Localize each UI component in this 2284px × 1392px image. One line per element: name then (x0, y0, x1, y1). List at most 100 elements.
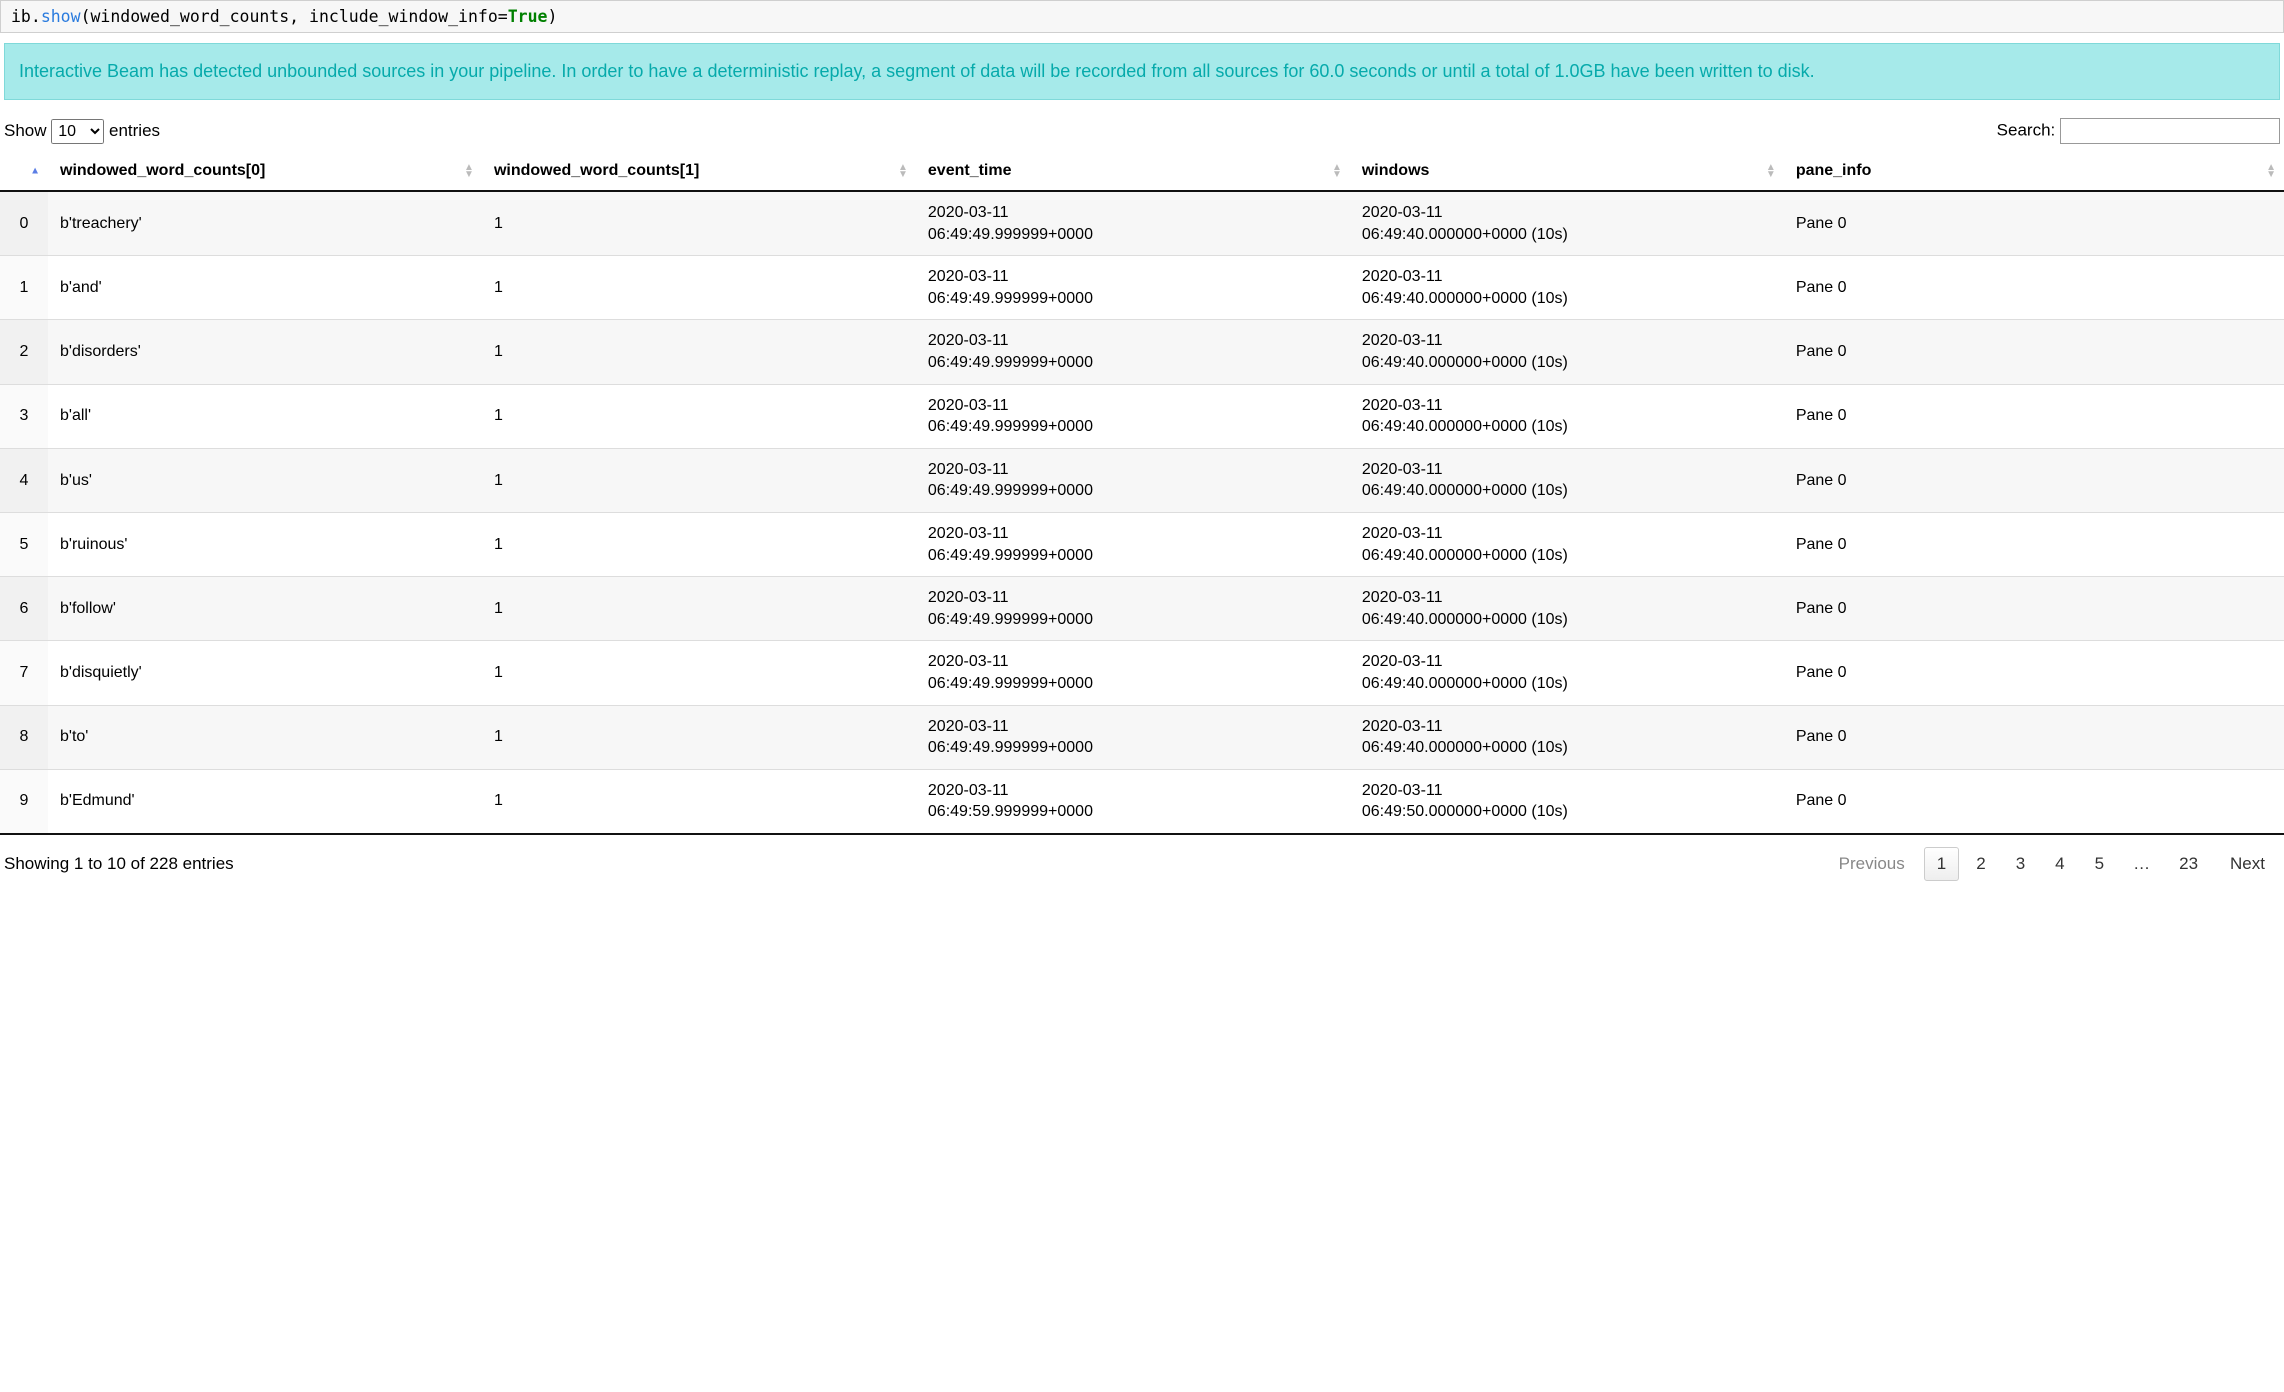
page-button[interactable]: 1 (1924, 847, 1959, 881)
code-close: ) (547, 7, 557, 26)
search-input[interactable] (2060, 118, 2280, 144)
cell-c2: 2020-03-11 06:49:49.999999+0000 (916, 641, 1350, 705)
page-button[interactable]: 3 (2003, 847, 2038, 881)
cell-c3: 2020-03-11 06:49:40.000000+0000 (10s) (1350, 384, 1784, 448)
pagination-ellipsis: … (2121, 848, 2162, 880)
col-header-c1[interactable]: windowed_word_counts[1] ▲▼ (482, 152, 916, 191)
cell-c4: Pane 0 (1784, 384, 2284, 448)
code-prefix: ib. (11, 7, 41, 26)
info-alert: Interactive Beam has detected unbounded … (4, 43, 2280, 100)
length-entries-label: entries (109, 121, 160, 140)
cell-c2: 2020-03-11 06:49:49.999999+0000 (916, 320, 1350, 384)
cell-c2: 2020-03-11 06:49:49.999999+0000 (916, 512, 1350, 576)
col-header-index[interactable]: ▲ (0, 152, 48, 191)
page-button[interactable]: 5 (2082, 847, 2117, 881)
cell-c4: Pane 0 (1784, 769, 2284, 834)
cell-c4: Pane 0 (1784, 320, 2284, 384)
sort-desc-icon: ▼ (2266, 171, 2276, 178)
table-row: 8b'to'12020-03-11 06:49:49.999999+000020… (0, 705, 2284, 769)
cell-c1: 1 (482, 641, 916, 705)
cell-index: 3 (0, 384, 48, 448)
next-button[interactable]: Next (2215, 847, 2280, 881)
cell-c0: b'us' (48, 448, 482, 512)
cell-c0: b'to' (48, 705, 482, 769)
cell-index: 7 (0, 641, 48, 705)
sort-desc-icon: ▼ (1332, 171, 1342, 178)
cell-c4: Pane 0 (1784, 448, 2284, 512)
cell-c3: 2020-03-11 06:49:40.000000+0000 (10s) (1350, 448, 1784, 512)
cell-c3: 2020-03-11 06:49:40.000000+0000 (10s) (1350, 512, 1784, 576)
table-row: 9b'Edmund'12020-03-11 06:49:59.999999+00… (0, 769, 2284, 834)
cell-c1: 1 (482, 384, 916, 448)
cell-c2: 2020-03-11 06:49:49.999999+0000 (916, 384, 1350, 448)
cell-c3: 2020-03-11 06:49:40.000000+0000 (10s) (1350, 256, 1784, 320)
col-header-c2-label: event_time (928, 162, 1012, 179)
col-header-c4-label: pane_info (1796, 162, 1872, 179)
col-header-c3[interactable]: windows ▲▼ (1350, 152, 1784, 191)
table-row: 5b'ruinous'12020-03-11 06:49:49.999999+0… (0, 512, 2284, 576)
cell-c4: Pane 0 (1784, 512, 2284, 576)
cell-c0: b'all' (48, 384, 482, 448)
cell-c4: Pane 0 (1784, 191, 2284, 256)
cell-c2: 2020-03-11 06:49:49.999999+0000 (916, 705, 1350, 769)
table-row: 7b'disquietly'12020-03-11 06:49:49.99999… (0, 641, 2284, 705)
info-alert-text: Interactive Beam has detected unbounded … (19, 61, 1815, 81)
cell-c1: 1 (482, 256, 916, 320)
cell-index: 5 (0, 512, 48, 576)
cell-c0: b'disorders' (48, 320, 482, 384)
col-header-c1-label: windowed_word_counts[1] (494, 162, 699, 179)
cell-c3: 2020-03-11 06:49:40.000000+0000 (10s) (1350, 191, 1784, 256)
table-row: 0b'treachery'12020-03-11 06:49:49.999999… (0, 191, 2284, 256)
cell-c4: Pane 0 (1784, 256, 2284, 320)
cell-c1: 1 (482, 705, 916, 769)
col-header-c0[interactable]: windowed_word_counts[0] ▲▼ (48, 152, 482, 191)
cell-c1: 1 (482, 191, 916, 256)
code-fn: show (41, 7, 81, 26)
cell-c0: b'ruinous' (48, 512, 482, 576)
cell-c4: Pane 0 (1784, 705, 2284, 769)
sort-asc-icon: ▲ (30, 168, 40, 175)
search-group: Search: (1997, 118, 2280, 144)
length-select-group: Show 102550100 entries (4, 119, 160, 144)
previous-button[interactable]: Previous (1824, 847, 1920, 881)
page-button[interactable]: 4 (2042, 847, 2077, 881)
length-select[interactable]: 102550100 (51, 119, 104, 144)
cell-c0: b'Edmund' (48, 769, 482, 834)
cell-c0: b'disquietly' (48, 641, 482, 705)
cell-c1: 1 (482, 512, 916, 576)
cell-c0: b'and' (48, 256, 482, 320)
page-button[interactable]: 2 (1963, 847, 1998, 881)
col-header-c4[interactable]: pane_info ▲▼ (1784, 152, 2284, 191)
cell-index: 9 (0, 769, 48, 834)
table-row: 2b'disorders'12020-03-11 06:49:49.999999… (0, 320, 2284, 384)
table-row: 6b'follow'12020-03-11 06:49:49.999999+00… (0, 577, 2284, 641)
cell-c0: b'treachery' (48, 191, 482, 256)
cell-c2: 2020-03-11 06:49:49.999999+0000 (916, 256, 1350, 320)
table-info: Showing 1 to 10 of 228 entries (4, 854, 234, 874)
cell-c4: Pane 0 (1784, 641, 2284, 705)
cell-c1: 1 (482, 577, 916, 641)
cell-index: 2 (0, 320, 48, 384)
cell-index: 6 (0, 577, 48, 641)
cell-c1: 1 (482, 769, 916, 834)
cell-c2: 2020-03-11 06:49:49.999999+0000 (916, 577, 1350, 641)
sort-desc-icon: ▼ (464, 171, 474, 178)
col-header-c3-label: windows (1362, 162, 1430, 179)
col-header-c0-label: windowed_word_counts[0] (60, 162, 265, 179)
cell-c3: 2020-03-11 06:49:40.000000+0000 (10s) (1350, 320, 1784, 384)
cell-c3: 2020-03-11 06:49:40.000000+0000 (10s) (1350, 577, 1784, 641)
length-show-label: Show (4, 121, 47, 140)
cell-index: 0 (0, 191, 48, 256)
cell-c3: 2020-03-11 06:49:40.000000+0000 (10s) (1350, 705, 1784, 769)
cell-index: 1 (0, 256, 48, 320)
cell-c1: 1 (482, 448, 916, 512)
page-last-button[interactable]: 23 (2166, 847, 2211, 881)
cell-index: 4 (0, 448, 48, 512)
col-header-c2[interactable]: event_time ▲▼ (916, 152, 1350, 191)
cell-c1: 1 (482, 320, 916, 384)
table-row: 3b'all'12020-03-11 06:49:49.999999+00002… (0, 384, 2284, 448)
cell-c4: Pane 0 (1784, 577, 2284, 641)
data-table: ▲ windowed_word_counts[0] ▲▼ windowed_wo… (0, 152, 2284, 835)
cell-index: 8 (0, 705, 48, 769)
sort-desc-icon: ▼ (1766, 171, 1776, 178)
